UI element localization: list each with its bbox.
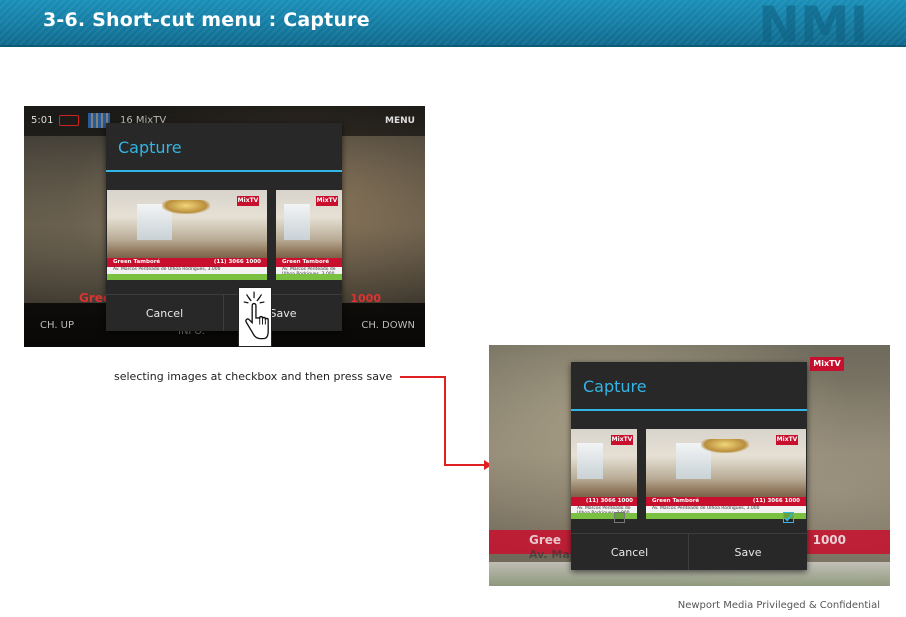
record-icon[interactable] bbox=[59, 115, 79, 126]
red-arrow-icon bbox=[400, 376, 492, 470]
dialog-title: Capture bbox=[118, 138, 182, 157]
screenshot-after: MixTV Gree Av. Mar 1000 Capture MixTV (1… bbox=[489, 345, 890, 586]
menu-button[interactable]: MENU bbox=[385, 116, 415, 126]
capture-thumbnail[interactable]: MixTV (11) 3066 1000 Av. Marcos Penteado… bbox=[571, 429, 637, 519]
thumb-logo: MixTV bbox=[237, 196, 259, 206]
capture-thumbnail[interactable]: MixTV Green Tamboré (11) 3066 1000 Av. M… bbox=[646, 429, 806, 519]
capture-dialog: Capture MixTV Green Tamboré (11) 3066 10… bbox=[106, 123, 342, 331]
ch-down-button[interactable]: CH. DOWN bbox=[361, 320, 415, 331]
thumb-banner-phone: (11) 3066 1000 bbox=[213, 259, 261, 265]
nmi-logo-icon: NMI bbox=[758, 2, 868, 46]
dialog-title-divider bbox=[571, 409, 807, 411]
dialog-title-divider bbox=[106, 170, 342, 172]
dialog-title: Capture bbox=[583, 377, 647, 396]
dialog-button-divider bbox=[106, 294, 342, 295]
tv-bg-text-av: Av. Mar bbox=[529, 548, 576, 561]
slide-title: 3-6. Short-cut menu : Capture bbox=[43, 9, 370, 31]
tv-bg-text-left: Gree bbox=[529, 533, 562, 547]
capture-thumbnail[interactable]: MixTV Green Tamboré (11) 3066 1000 Av. M… bbox=[107, 190, 267, 280]
thumb-banner-name: Green Tamboré bbox=[113, 259, 161, 265]
tv-bg-text-right: 1000 bbox=[812, 533, 846, 547]
save-button[interactable]: Save bbox=[689, 546, 807, 559]
tv-bg-logo: MixTV bbox=[810, 357, 844, 371]
slide-header: 3-6. Short-cut menu : Capture NMI bbox=[0, 0, 906, 47]
cancel-button[interactable]: Cancel bbox=[106, 307, 223, 320]
nmi-logo-text: NMI bbox=[758, 2, 868, 46]
thumbnail-checkbox-unchecked[interactable] bbox=[614, 512, 625, 523]
ch-up-button[interactable]: CH. UP bbox=[40, 320, 74, 331]
screenshot-before: Gree 1000 5:01 16 MixTV MENU CH. UP INFO… bbox=[24, 106, 425, 347]
thumbnail-checkbox-checked[interactable] bbox=[783, 512, 794, 523]
cancel-button[interactable]: Cancel bbox=[571, 546, 688, 559]
capture-thumbnail[interactable]: MixTV Green Tamboré Av. Marcos Penteado … bbox=[276, 190, 342, 280]
annotation-text: selecting images at checkbox and then pr… bbox=[114, 370, 393, 383]
confidential-footer: Newport Media Privileged & Confidential bbox=[677, 600, 880, 611]
slide: 3-6. Short-cut menu : Capture NMI Gree 1… bbox=[0, 0, 906, 617]
thumb-banner-address: Av. Marcos Penteado de Ulhoa Rodrigues, … bbox=[113, 267, 221, 272]
dialog-button-divider bbox=[571, 533, 807, 534]
status-time: 5:01 bbox=[31, 115, 54, 126]
capture-dialog: Capture MixTV (11) 3066 1000 Av. Marcos … bbox=[571, 362, 807, 570]
tap-hand-icon bbox=[238, 287, 272, 347]
